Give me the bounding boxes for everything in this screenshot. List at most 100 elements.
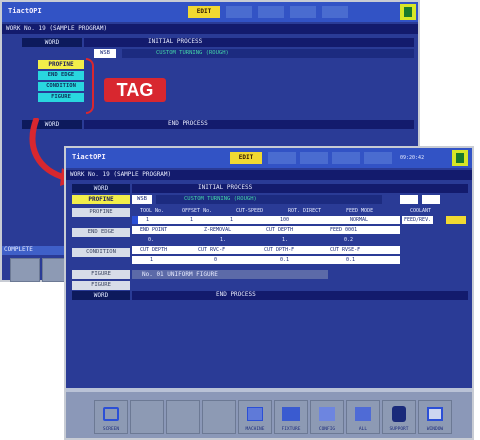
table2-header-2: Z-REMOVAL (204, 227, 232, 233)
front-section-initial-label: INITIAL PROCESS (198, 184, 253, 191)
front-figure-label: No. 01 UNIFORM FIGURE (142, 271, 218, 278)
back-header-button-2[interactable] (258, 6, 284, 18)
table3-header-1: CUT DEPTH (140, 247, 168, 253)
front-subtitle-bar: CUSTOM TURNING (ROUGH) (156, 195, 382, 204)
fkey-window[interactable]: WINDOW (418, 400, 452, 434)
front-section-initial: INITIAL PROCESS (132, 184, 468, 193)
fkey-all-label: ALL (358, 427, 368, 432)
row3-cell-2[interactable]: 0 (212, 256, 219, 264)
row1-cell-3[interactable]: 1 (228, 216, 235, 224)
front-tab-word[interactable]: WORD (72, 184, 130, 193)
back-tab-condition[interactable]: CONDITION (38, 82, 84, 91)
fkey-machine[interactable]: MACHINE (238, 400, 272, 434)
front-small-box-2[interactable] (422, 195, 440, 204)
back-footer-strip: COMPLETE (2, 246, 72, 255)
front-table: TOOL No. OFFSET No. CUT-SPEED ROT. DIREC… (132, 206, 468, 268)
front-subtitle: CUSTOM TURNING (ROUGH) (184, 196, 257, 202)
front-tab-profine[interactable]: PROFINE (72, 208, 130, 217)
front-titlebar: TiactOPI EDIT 09:20:42 (66, 148, 472, 168)
table-header-5: FEED MODE (346, 208, 374, 214)
table-header-1: TOOL No. (140, 208, 165, 214)
fkey-machine-label: MACHINE (245, 427, 265, 432)
fkey-config[interactable]: CONFIG (310, 400, 344, 434)
fkey-support-label: SUPPORT (389, 427, 409, 432)
table3-header-3: CUT DPTH-F (264, 247, 295, 253)
back-header-button-3[interactable] (290, 6, 316, 18)
row1-cell-1[interactable]: 1 (144, 216, 151, 224)
tag-label: TAG (104, 78, 166, 102)
tag-brace (86, 58, 94, 114)
back-edit-button[interactable]: EDIT (188, 6, 220, 18)
fkey-config-label: CONFIG (318, 427, 336, 432)
front-tab-profine-active[interactable]: PROFINE (72, 195, 130, 204)
fkey-window-label: WINDOW (426, 427, 444, 432)
fixture-icon (282, 407, 300, 421)
front-section-end-label: END PROCESS (216, 291, 256, 298)
back-footer-label: COMPLETE (4, 246, 33, 253)
fkey-all[interactable]: ALL (346, 400, 380, 434)
fkey-screen[interactable]: SCREEN (94, 400, 128, 434)
screen-icon (103, 407, 119, 421)
fkey-blank-1[interactable] (130, 400, 164, 434)
row1-cell-4[interactable]: 100 (278, 216, 291, 224)
front-machine-icon (452, 150, 468, 166)
front-header-button-3[interactable] (332, 152, 360, 164)
config-icon (319, 407, 335, 421)
back-subtitle-bar: CUSTOM TURNING (ROUGH) (122, 49, 414, 58)
back-tab-profine[interactable]: PROFINE (38, 60, 84, 69)
row2-cell-1[interactable]: 0. (148, 236, 154, 244)
back-header-button-4[interactable] (322, 6, 348, 18)
table2-header-1: END POINT (140, 227, 168, 233)
all-icon (355, 407, 371, 421)
row2-cell-3[interactable]: 1. (282, 236, 288, 244)
front-edit-button[interactable]: EDIT (230, 152, 262, 164)
support-icon (392, 406, 406, 422)
row1-cell-5[interactable]: NORMAL (348, 216, 370, 224)
table3-header-2: CUT RVC-F (198, 247, 226, 253)
front-header-button-1[interactable] (268, 152, 296, 164)
back-machine-icon (400, 4, 416, 20)
row1-cell-6[interactable]: FEED/REV. (402, 216, 434, 224)
back-section-initial-label: INITIAL PROCESS (148, 38, 203, 45)
fkey-blank-2[interactable] (166, 400, 200, 434)
back-section-end: END PROCESS (84, 120, 414, 129)
front-clock: 09:20:42 (400, 155, 425, 161)
fkey-screen-label: SCREEN (102, 427, 120, 432)
row2-cell-4[interactable]: 0.2 (344, 236, 353, 244)
front-work-bar: WORK No. 19 (SAMPLE PROGRAM) (66, 170, 472, 180)
back-header-button-1[interactable] (226, 6, 252, 18)
front-screen: TiactOPI EDIT 09:20:42 WORK No. 19 (SAMP… (64, 146, 474, 440)
front-tab-figure[interactable]: FIGURE (72, 270, 130, 279)
fkey-support[interactable]: SUPPORT (382, 400, 416, 434)
front-header-button-2[interactable] (300, 152, 328, 164)
machine-icon (247, 407, 263, 421)
fkey-fixture[interactable]: FIXTURE (274, 400, 308, 434)
front-header-button-4[interactable] (364, 152, 392, 164)
fkey-fixture-label: FIXTURE (281, 427, 301, 432)
row2-cell-2[interactable]: 1. (220, 236, 226, 244)
fkey-blank-3[interactable] (202, 400, 236, 434)
table-header-2: OFFSET No. (182, 208, 213, 214)
front-tab-word-2[interactable]: WORD (72, 291, 130, 300)
front-small-box-1[interactable] (400, 195, 418, 204)
back-work-no: WORK No. 19 (SAMPLE PROGRAM) (6, 25, 108, 32)
back-work-bar: WORK No. 19 (SAMPLE PROGRAM) (2, 24, 418, 34)
front-tab-condition[interactable]: CONDITION (72, 248, 130, 257)
table2-header-3: CUT DEPTH (266, 227, 294, 233)
front-chip: WSB (132, 195, 152, 204)
front-tab-figure-2[interactable]: FIGURE (72, 281, 130, 290)
row1-cell-2[interactable]: 1 (188, 216, 195, 224)
coolant-icons (446, 216, 466, 224)
back-tab-figure[interactable]: FIGURE (38, 93, 84, 102)
row3-cell-4[interactable]: 0.1 (344, 256, 357, 264)
row3-cell-3[interactable]: 0.1 (278, 256, 291, 264)
table-header-6: COOLANT (410, 208, 432, 214)
back-fkey-1[interactable] (10, 258, 40, 282)
back-titlebar: TiactOPI EDIT (2, 2, 418, 22)
back-tab-end-edge[interactable]: END EDGE (38, 71, 84, 80)
back-section-initial: INITIAL PROCESS (84, 38, 414, 47)
back-tab-word[interactable]: WORD (22, 38, 82, 47)
front-work-no: WORK No. 19 (SAMPLE PROGRAM) (70, 171, 172, 178)
row3-cell-1[interactable]: 1 (148, 256, 155, 264)
front-tab-end-edge[interactable]: END EDGE (72, 228, 130, 237)
